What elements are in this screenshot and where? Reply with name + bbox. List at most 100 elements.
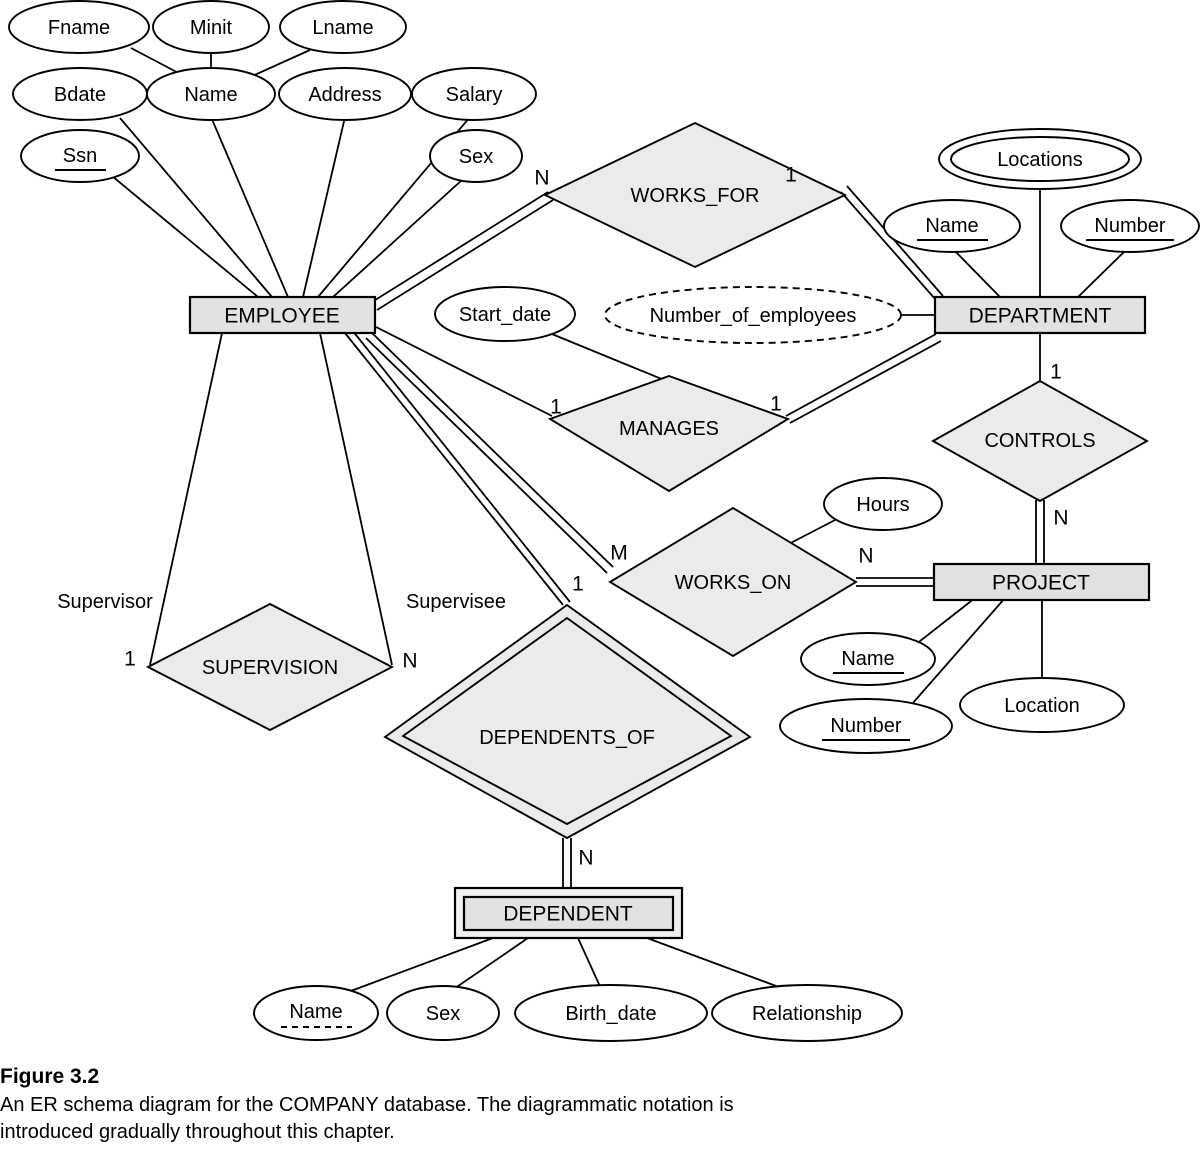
dependents_of-diamond-inner (401, 616, 733, 826)
attribute-dependent-sex[interactable]: Sex (386, 985, 500, 1041)
cardinality-supervision-supervisor: 1 (124, 648, 136, 671)
attribute-employee-address[interactable]: Address (278, 67, 412, 121)
employee-label: EMPLOYEE (224, 305, 340, 328)
attribute-dependent-name[interactable]: Name (253, 985, 379, 1041)
attributes-dependent: Name Sex Birth_date Relationship (253, 984, 903, 1042)
manages-label: MANAGES (619, 418, 719, 440)
role-supervisor: Supervisor (57, 591, 153, 613)
attribute-department-locations[interactable]: Locations (938, 128, 1142, 190)
cardinality-manages-department: 1 (770, 393, 782, 416)
link-depname-dependent (339, 937, 494, 996)
attributes-employee: Fname Minit Lname Bdate Name Address Sal… (8, 0, 537, 183)
relationship-works_for[interactable]: WORKS_FOR (542, 121, 848, 269)
project-number-label: Number (830, 715, 901, 737)
cardinality-dependents_of-employee: 1 (572, 573, 584, 596)
bdate-label: Bdate (54, 84, 106, 106)
relationship-manages[interactable]: MANAGES (547, 374, 791, 493)
attribute-project-location[interactable]: Location (959, 677, 1125, 733)
dependents_of-label: DEPENDENTS_OF (479, 727, 655, 749)
project-label: PROJECT (992, 572, 1090, 595)
link-address-employee (302, 116, 346, 298)
attribute-employee-fname[interactable]: Fname (8, 0, 150, 54)
salary-label: Salary (446, 84, 503, 106)
attribute-department-number_of_employees[interactable]: Number_of_employees (604, 286, 902, 344)
works_for-label: WORKS_FOR (631, 185, 760, 207)
attribute-employee-minit[interactable]: Minit (152, 0, 270, 54)
link-employee-works_on-b (365, 337, 608, 574)
link-depsex-dependent (447, 937, 529, 994)
entity-project[interactable]: PROJECT (932, 562, 1151, 602)
attribute-employee-sex[interactable]: Sex (429, 129, 523, 183)
cardinality-manages-employee: 1 (550, 396, 562, 419)
dependent-birth_date-label: Birth_date (565, 1003, 656, 1025)
link-employee-supervision-supervisor (149, 332, 223, 666)
entity-dependent[interactable]: DEPENDENT (453, 886, 684, 940)
er-diagram: WORKS_FOR MANAGES WORKS_ON CONTROLS SUPE… (0, 0, 1201, 1158)
works_on-label: WORKS_ON (675, 572, 792, 594)
project-name-label: Name (841, 648, 894, 670)
figure-description: An ER schema diagram for the COMPANY dat… (0, 1094, 734, 1143)
cardinality-controls-department: 1 (1050, 361, 1062, 384)
link-sex-employee (332, 179, 463, 298)
sex-label: Sex (459, 146, 493, 168)
attribute-employee-lname[interactable]: Lname (279, 0, 407, 54)
attribute-employee-salary[interactable]: Salary (411, 67, 537, 121)
dependent-sex-label: Sex (426, 1003, 460, 1025)
link-employee-works_on-a (371, 332, 614, 568)
supervision-label: SUPERVISION (202, 657, 338, 679)
attribute-works_on-hours[interactable]: Hours (823, 477, 943, 531)
cardinality-works_on-employee: M (610, 542, 628, 565)
attribute-manages-start_date[interactable]: Start_date (434, 286, 576, 342)
link-deprelationship-dependent (646, 937, 796, 994)
attribute-dependent-birth_date[interactable]: Birth_date (514, 984, 708, 1042)
figure-caption: Figure 3.2 An ER schema diagram for the … (0, 1064, 1201, 1146)
attribute-dependent-relationship[interactable]: Relationship (711, 984, 903, 1042)
link-dnumber-department (1077, 248, 1128, 298)
attribute-project-name[interactable]: Name (800, 632, 936, 686)
attribute-department-name[interactable]: Name (883, 199, 1021, 253)
dependent-name-label: Name (289, 1001, 342, 1023)
dept-number-label: Number (1094, 215, 1165, 237)
link-dname-department (952, 248, 1001, 298)
controls-label: CONTROLS (984, 430, 1095, 452)
cardinality-supervision-supervisee: N (402, 650, 417, 673)
cardinality-controls-project: N (1053, 507, 1068, 530)
entity-department[interactable]: DEPARTMENT (933, 295, 1147, 335)
project-location-label: Location (1004, 695, 1080, 717)
attributes-project: Name Number Location (779, 632, 1125, 754)
ssn-label: Ssn (63, 145, 97, 167)
cardinality-works_for-department: 1 (785, 164, 797, 187)
entity-employee[interactable]: EMPLOYEE (188, 295, 377, 335)
link-employee-works_for-a (371, 191, 549, 303)
relationship-controls[interactable]: CONTROLS (931, 379, 1149, 503)
figure-number: Figure 3.2 (0, 1065, 100, 1088)
link-start_date-manages (546, 331, 670, 383)
attribute-employee-name[interactable]: Name (146, 67, 276, 121)
attribute-department-number[interactable]: Number (1060, 199, 1200, 253)
dependent-label: DEPENDENT (503, 903, 633, 926)
attribute-employee-ssn[interactable]: Ssn (20, 129, 140, 183)
link-employee-dependents_of-a (344, 332, 564, 606)
link-manages-department-a (785, 333, 937, 417)
er-diagram-canvas: WORKS_FOR MANAGES WORKS_ON CONTROLS SUPE… (8, 0, 1200, 1042)
hours-label: Hours (856, 494, 909, 516)
role-supervisee: Supervisee (406, 591, 506, 613)
cardinality-dependents_of-dependent: N (578, 847, 593, 870)
department-label: DEPARTMENT (969, 305, 1112, 328)
lname-label: Lname (312, 17, 373, 39)
relationship-dependents_of[interactable]: DEPENDENTS_OF (383, 603, 752, 840)
relationship-supervision[interactable]: SUPERVISION (145, 602, 395, 732)
dependent-relationship-label: Relationship (752, 1003, 862, 1025)
link-pname-project (914, 597, 976, 646)
cardinality-works_for-employee: N (534, 167, 549, 190)
link-employee-supervision-supervisee (319, 332, 393, 666)
dept-name-label: Name (925, 215, 978, 237)
attribute-project-number[interactable]: Number (779, 698, 953, 754)
ename-label: Name (184, 84, 237, 106)
cardinality-works_on-project: N (858, 545, 873, 568)
relationship-works_on[interactable]: WORKS_ON (608, 506, 858, 658)
attribute-employee-bdate[interactable]: Bdate (12, 67, 148, 121)
link-manages-department-b (789, 340, 942, 424)
number_of_employees-label: Number_of_employees (650, 305, 857, 327)
address-label: Address (308, 84, 381, 106)
